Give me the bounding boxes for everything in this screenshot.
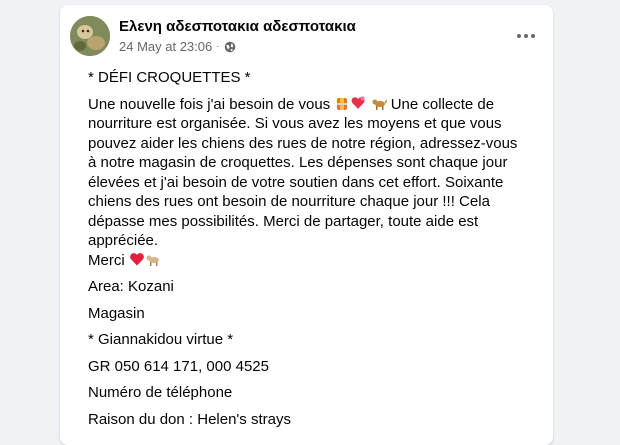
post-paragraph: Une nouvelle fois j'ai besoin de vous Un… bbox=[88, 95, 518, 251]
thanks-line: Merci bbox=[88, 251, 518, 271]
avatar-image bbox=[70, 16, 110, 56]
construction-worker-icon bbox=[337, 97, 348, 110]
paragraph-rest: Une collecte de nourriture est organisée… bbox=[88, 95, 518, 250]
phone-label-line: Numéro de téléphone bbox=[88, 384, 233, 401]
reason-line: Raison du don : Helen's strays bbox=[88, 410, 291, 428]
author-name[interactable]: Ελενη αδεσποτακια αδεσποτακια bbox=[119, 18, 356, 35]
post-meta: 24 May at 23:06 · bbox=[119, 39, 236, 54]
area-line: Area: Kozani bbox=[88, 278, 174, 295]
magasin-line: Magasin bbox=[88, 304, 145, 322]
heart-with-ribbon-icon bbox=[351, 96, 365, 109]
red-heart-icon bbox=[129, 252, 144, 265]
author-avatar[interactable] bbox=[70, 16, 110, 56]
post-body: * DÉFI CROQUETTES * Une nouvelle fois j'… bbox=[88, 68, 518, 429]
globe-icon[interactable] bbox=[224, 41, 236, 53]
shop-name-line: * Giannakidou virtue * bbox=[88, 331, 234, 348]
iban-line: GR 050 614 171, 000 4525 bbox=[88, 357, 269, 375]
post-timestamp[interactable]: 24 May at 23:06 bbox=[119, 39, 212, 54]
dog-icon bbox=[372, 99, 387, 110]
thanks-text: Merci bbox=[88, 251, 125, 269]
post-card: Ελενη αδεσποτακια αδεσποτακια 24 May at … bbox=[60, 5, 553, 445]
meta-separator: · bbox=[216, 41, 220, 52]
dog-icon bbox=[146, 255, 159, 266]
post-header: Ελενη αδεσποτακια αδεσποτακια 24 May at … bbox=[70, 15, 543, 59]
more-options-icon[interactable] bbox=[511, 21, 541, 51]
post-title-line: * DÉFI CROQUETTES * bbox=[88, 69, 251, 86]
paragraph-lead: Une nouvelle fois j'ai besoin de vous bbox=[88, 95, 331, 113]
